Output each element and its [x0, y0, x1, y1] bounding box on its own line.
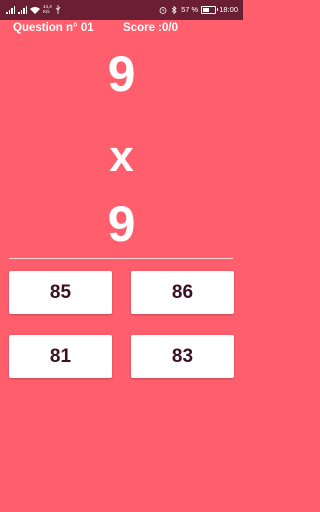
battery-percent: 57 % — [181, 5, 199, 14]
network-speed: 14,4 K/s — [43, 4, 52, 14]
answer-button-4[interactable]: 83 — [131, 335, 234, 378]
status-bar-right: 57 % 18:00 — [159, 5, 238, 14]
answer-button-1[interactable]: 85 — [9, 271, 112, 314]
usb-icon — [55, 5, 61, 14]
operand-2: 9 — [107, 196, 136, 252]
wifi-icon — [30, 6, 40, 14]
signal-icon — [6, 5, 15, 14]
divider — [9, 258, 233, 259]
network-speed-unit: K/s — [43, 8, 50, 14]
answer-button-2[interactable]: 86 — [131, 271, 234, 314]
operand-1: 9 — [107, 46, 136, 102]
bluetooth-icon — [171, 5, 177, 14]
status-bar: 14,4 K/s 57 % 18:00 — [0, 0, 243, 20]
operator: x — [109, 132, 134, 181]
battery-icon — [201, 5, 219, 14]
answer-button-3[interactable]: 81 — [9, 335, 112, 378]
alarm-icon — [159, 6, 167, 14]
signal-icon-2 — [18, 5, 27, 14]
quiz-header: Question n° 01 Score :0/0 — [0, 21, 243, 37]
status-bar-left: 14,4 K/s — [6, 4, 61, 14]
clock: 18:00 — [219, 5, 238, 14]
battery-fill — [203, 7, 210, 12]
score: Score :0/0 — [123, 22, 178, 34]
question-number: Question n° 01 — [13, 22, 94, 34]
